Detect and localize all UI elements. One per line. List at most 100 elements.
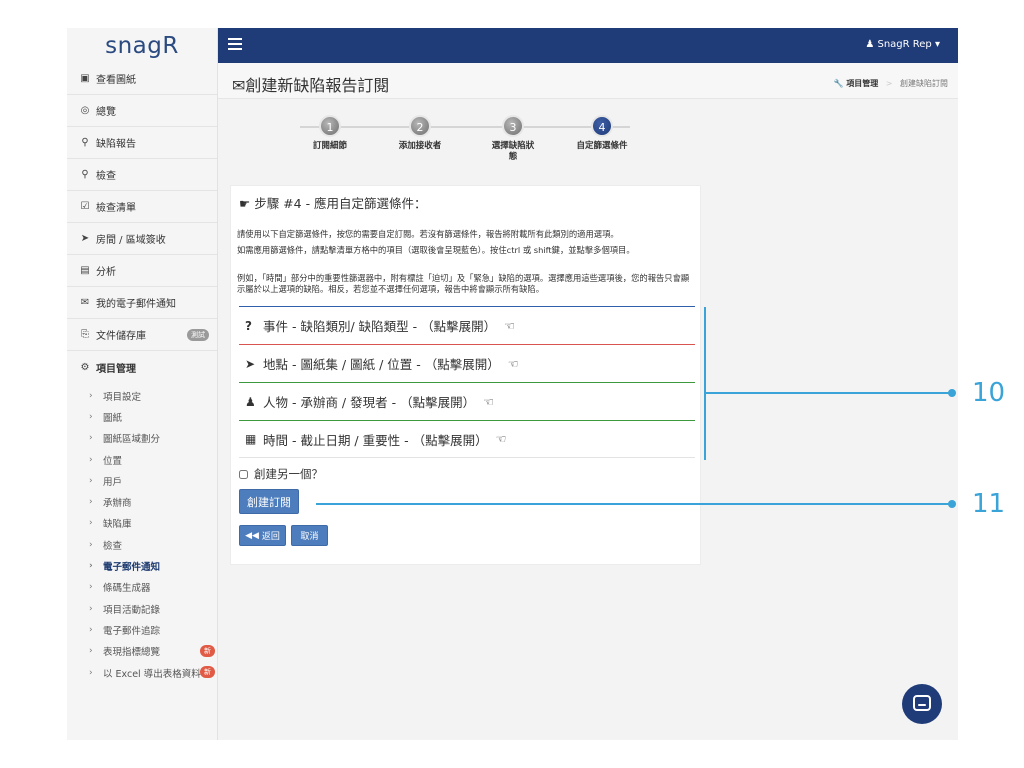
sidebar-item-0[interactable]: ▣ 查看圖紙 [67, 63, 217, 95]
hand-point-left-icon: ☜ [483, 394, 494, 409]
filter-time[interactable]: ▦ 時間 - 截止日期 / 重要性 - （點擊展開） ☜ [239, 420, 695, 458]
create-another-option[interactable]: 創建另一個？ [239, 466, 323, 482]
sidebar-item-9[interactable]: ⚙ 項目管理 [67, 351, 217, 383]
submenu-item-3[interactable]: › 位置 [67, 449, 217, 470]
wizard-steps: 1 訂閱細節 2 添加接收者 3 選擇缺陷狀態 4 自定篩選條件 [230, 115, 700, 175]
sidebar-item-label: 缺陷報告 [96, 139, 136, 150]
app-logo[interactable]: snagR [67, 28, 217, 63]
location-arrow-icon: ➤ [245, 356, 256, 371]
sidebar-item-1[interactable]: ◎ 總覽 [67, 95, 217, 127]
submenu-item-5[interactable]: › 承辦商 [67, 491, 217, 512]
submenu-item-label: 用戶 [103, 476, 123, 488]
wizard-step-1[interactable]: 1 訂閱細節 [292, 115, 368, 152]
breadcrumb: 🔧 項目管理 > 創建缺陷訂閱 [834, 78, 948, 89]
chat-launcher-button[interactable] [902, 684, 942, 724]
step-label: 訂閱細節 [312, 141, 347, 151]
sidebar-item-label: 項目管理 [96, 363, 136, 375]
page-title: ✉創建新缺陷報告訂閱 [232, 72, 389, 96]
submenu-item-label: 項目活動記錄 [103, 604, 161, 616]
chevron-right-icon: › [89, 539, 93, 550]
breadcrumb-project-management[interactable]: 項目管理 [846, 79, 878, 88]
chevron-right-icon: › [89, 433, 93, 444]
wizard-step-3[interactable]: 3 選擇缺陷狀態 [475, 115, 551, 163]
submenu-item-8[interactable]: › 電子郵件通知 [67, 555, 217, 576]
chevron-right-icon: › [89, 454, 93, 465]
wizard-step-2[interactable]: 2 添加接收者 [382, 115, 458, 152]
chevron-right-icon: › [89, 667, 93, 678]
chevron-right-icon: › [89, 475, 93, 486]
user-menu[interactable]: ♟ SnagR Rep ▾ [865, 39, 940, 50]
step-title-text: 步驟 #4 - 應用自定篩選條件： [254, 196, 427, 211]
submenu-item-12[interactable]: › 表現指標總覽 新 [67, 641, 217, 662]
envelope-icon: ✉ [80, 297, 90, 308]
filter-card: ☛ 步驟 #4 - 應用自定篩選條件： 請使用以下自定篩選條件，按您的需要自定訂… [230, 185, 701, 565]
submenu-item-7[interactable]: › 檢查 [67, 534, 217, 555]
filter-people[interactable]: ♟ 人物 - 承辦商 / 發現者 - （點擊展開） ☜ [239, 382, 695, 420]
instruction-paragraph-2: 如需應用篩選條件，請點擊清單方格中的項目（選取後會呈現藍色）。按住ctrl 或 … [237, 245, 635, 255]
user-name: SnagR Rep [877, 39, 932, 50]
submenu-item-label: 以 Excel 導出表格資料 [103, 668, 201, 680]
submenu-item-2[interactable]: › 圖紙區域劃分 [67, 428, 217, 449]
sidebar-item-5[interactable]: ➤ 房間 / 區域簽收 [67, 223, 217, 255]
chat-icon [913, 695, 931, 711]
annotation-label-11: 11 [972, 489, 1006, 519]
step-title: ☛ 步驟 #4 - 應用自定篩選條件： [239, 193, 427, 212]
sidebar-item-label: 總覽 [96, 107, 116, 118]
search-icon: ⚲ [81, 169, 89, 180]
create-another-label: 創建另一個？ [254, 467, 323, 481]
annotation-label-10: 10 [972, 378, 1006, 408]
map-marker-icon: ⚲ [81, 137, 89, 148]
submenu-item-label: 圖紙區域劃分 [103, 434, 161, 446]
hand-point-left-icon: ☜ [507, 356, 519, 371]
question-icon: ? [245, 318, 252, 333]
dashboard-icon: ◎ [80, 105, 90, 116]
hand-point-left-icon: ☜ [504, 318, 515, 333]
backward-icon: ◀◀ [245, 530, 259, 541]
submenu-item-4[interactable]: › 用戶 [67, 470, 217, 491]
sidebar-item-2[interactable]: ⚲ 缺陷報告 [67, 127, 217, 159]
caret-down-icon: ▾ [934, 39, 940, 50]
submenu-item-11[interactable]: › 電子郵件追踪 [67, 619, 217, 640]
sidebar-item-label: 檢查清單 [96, 203, 136, 214]
users-icon: ♟ [245, 394, 256, 409]
submenu-item-0[interactable]: › 項目設定 [67, 385, 217, 406]
step-label: 自定篩選條件 [576, 141, 628, 151]
chevron-right-icon: › [89, 411, 93, 422]
create-subscription-button[interactable]: 創建訂閱 [239, 489, 299, 514]
user-icon: ♟ [865, 39, 875, 50]
chevron-right-icon: › [89, 518, 93, 529]
sidebar-item-4[interactable]: ☑ 檢查清單 [67, 191, 217, 223]
cogs-icon: ⚙ [80, 361, 90, 373]
step-number: 2 [409, 115, 431, 137]
submenu-item-9[interactable]: › 條碼生成器 [67, 577, 217, 598]
wizard-step-4[interactable]: 4 自定篩選條件 [564, 115, 640, 152]
submenu-item-10[interactable]: › 項目活動記錄 [67, 598, 217, 619]
filter-label: 人物 - 承辦商 / 發現者 - （點擊展開） [263, 395, 476, 410]
hand-point-left-icon: ☜ [495, 432, 507, 446]
submenu-item-label: 承辦商 [103, 498, 132, 510]
sidebar-item-label: 文件儲存庫 [96, 331, 146, 342]
filter-location[interactable]: ➤ 地點 - 圖紙集 / 圖紙 / 位置 - （點擊展開） ☜ [239, 344, 695, 382]
wrench-icon: 🔧 [833, 79, 844, 88]
filter-event-category[interactable]: ? 事件 - 缺陷類別/ 缺陷類型 - （點擊展開） ☜ [239, 306, 695, 344]
submenu-item-1[interactable]: › 圖紙 [67, 406, 217, 427]
envelope-icon: ✉ [232, 76, 246, 95]
instruction-paragraph-1: 請使用以下自定篩選條件，按您的需要自定訂閱。若沒有篩選條件，報告將附載所有此類別… [237, 229, 619, 239]
menu-toggle-icon[interactable] [228, 38, 242, 50]
sidebar-item-6[interactable]: ▤ 分析 [67, 255, 217, 287]
step-number: 1 [319, 115, 341, 137]
sidebar: snagR ▣ 查看圖紙 ◎ 總覽 ⚲ 缺陷報告 ⚲ 檢查 ☑ 檢查清單 ➤ 房間 / 區域簽收 ▤ 分析… [67, 28, 218, 740]
logo-text: snagR [105, 32, 179, 59]
page-title-text: 創建新缺陷報告訂閱 [245, 76, 390, 95]
sidebar-item-8[interactable]: ⎘ 文件儲存庫 測試 [67, 319, 217, 351]
hand-pointer-icon: ☛ [239, 196, 251, 211]
sidebar-item-3[interactable]: ⚲ 檢查 [67, 159, 217, 191]
sidebar-item-7[interactable]: ✉ 我的電子郵件通知 [67, 287, 217, 319]
submenu-item-13[interactable]: › 以 Excel 導出表格資料新 [67, 662, 217, 683]
create-another-checkbox[interactable] [239, 469, 248, 479]
chevron-right-icon: › [89, 561, 93, 572]
breadcrumb-separator: > [885, 79, 893, 88]
submenu-item-6[interactable]: › 缺陷庫 [67, 513, 217, 534]
cancel-button[interactable]: 取消 [291, 525, 328, 546]
back-button[interactable]: ◀◀ 返回 [239, 525, 286, 546]
